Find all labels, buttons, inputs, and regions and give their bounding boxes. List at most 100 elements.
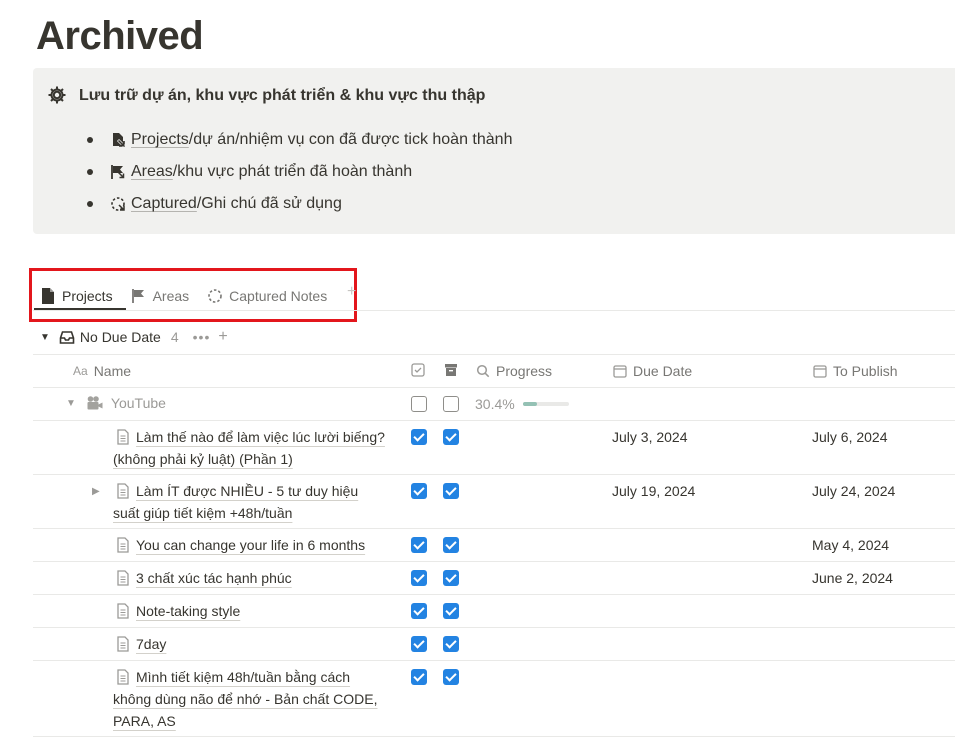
- table-row-title[interactable]: Làm thế nào để làm việc lúc lười biếng? …: [113, 426, 385, 470]
- gear-icon[interactable]: [47, 85, 67, 105]
- checkbox-property-icon: [411, 363, 425, 377]
- divider: [33, 660, 955, 661]
- row-title-line: không dùng não để nhớ - Bản chất CODE,: [113, 691, 378, 707]
- areas-link[interactable]: Areas: [131, 163, 173, 181]
- add-icon[interactable]: +: [218, 328, 227, 346]
- due-date-cell[interactable]: July 3, 2024: [612, 429, 688, 445]
- progress-fill: [522, 402, 537, 406]
- checkbox-archived[interactable]: [443, 483, 459, 499]
- checkbox-archived[interactable]: [443, 636, 459, 652]
- more-icon[interactable]: •••: [193, 329, 211, 345]
- checkbox-archived[interactable]: [443, 603, 459, 619]
- search-icon: [476, 364, 490, 378]
- checkbox-archived[interactable]: [443, 570, 459, 586]
- row-title-line: Note-taking style: [136, 603, 241, 619]
- checkbox-done[interactable]: [411, 537, 427, 553]
- column-header-progress[interactable]: Progress: [476, 363, 552, 379]
- divider: [33, 387, 955, 388]
- flag-arrow-icon: [109, 163, 127, 181]
- table-row-title[interactable]: Note-taking style: [113, 600, 240, 622]
- tab-projects[interactable]: Projects: [40, 281, 113, 311]
- checkbox-done[interactable]: [411, 396, 427, 412]
- tab-captured-notes[interactable]: Captured Notes: [207, 281, 327, 311]
- publish-date-cell[interactable]: July 6, 2024: [812, 429, 888, 445]
- column-header-check[interactable]: [411, 363, 431, 377]
- dashed-circle-icon: [109, 195, 127, 213]
- callout-item-projects: Projects /dự án/nhiệm vụ con đã được tic…: [87, 124, 512, 156]
- publish-date-cell[interactable]: June 2, 2024: [812, 570, 893, 586]
- archive-icon: [444, 363, 458, 377]
- group-title: No Due Date: [79, 329, 161, 345]
- checkbox-archived[interactable]: [443, 429, 459, 445]
- divider: [33, 420, 955, 421]
- caret-down-icon[interactable]: ▼: [40, 332, 50, 343]
- checkbox-archived[interactable]: [443, 396, 459, 412]
- callout-title: Lưu trữ dự án, khu vực phát triển & khu …: [79, 87, 486, 104]
- callout-item-areas: Areas /khu vực phát triển đã hoàn thành: [87, 156, 512, 188]
- inbox-icon: [59, 329, 75, 345]
- checkbox-done[interactable]: [411, 636, 427, 652]
- table-row-title[interactable]: You can change your life in 6 months: [113, 534, 365, 556]
- document-arrow-icon: [109, 131, 127, 149]
- page-title: Archived: [36, 14, 204, 58]
- tab-label: Projects: [62, 288, 113, 304]
- column-label: Name: [93, 363, 132, 379]
- column-header-due-date[interactable]: Due Date: [613, 363, 692, 379]
- text-property-icon: Aa: [73, 364, 88, 378]
- callout-list: Projects /dự án/nhiệm vụ con đã được tic…: [87, 124, 512, 220]
- table-row-title[interactable]: 3 chất xúc tác hạnh phúc: [113, 567, 292, 589]
- checkbox-archived[interactable]: [443, 669, 459, 685]
- callout-item-text: /Ghi chú đã sử dụng: [196, 195, 342, 212]
- callout-item-captured: Captured /Ghi chú đã sử dụng: [87, 188, 512, 220]
- row-title-line: Làm thế nào để làm việc lúc lười biếng?: [136, 429, 385, 445]
- caret-right-icon[interactable]: ▶: [92, 486, 100, 497]
- callout-block[interactable]: Lưu trữ dự án, khu vực phát triển & khu …: [33, 68, 955, 234]
- checkbox-done[interactable]: [411, 429, 427, 445]
- table-row-title[interactable]: Làm ÍT được NHIỀU - 5 tư duy hiệu suất g…: [113, 480, 358, 524]
- row-title: YouTube: [110, 395, 166, 411]
- row-title-line: PARA, AS: [113, 713, 176, 729]
- checkbox-done[interactable]: [411, 570, 427, 586]
- parent-row-youtube[interactable]: ▼ YouTube: [66, 395, 166, 411]
- column-header-name[interactable]: Aa Name: [73, 363, 131, 379]
- due-date-cell[interactable]: July 19, 2024: [612, 483, 695, 499]
- flag-icon: [131, 288, 147, 304]
- captured-link[interactable]: Captured: [131, 195, 197, 213]
- group-header: ▼ No Due Date 4 ••• +: [40, 326, 228, 348]
- publish-date-cell[interactable]: July 24, 2024: [812, 483, 895, 499]
- video-camera-icon: [86, 395, 104, 411]
- checkbox-done[interactable]: [411, 603, 427, 619]
- divider: [33, 354, 955, 355]
- divider: [33, 736, 955, 737]
- tab-label: Captured Notes: [229, 288, 328, 304]
- table-row-title[interactable]: 7day: [113, 633, 166, 655]
- projects-link[interactable]: Projects: [131, 131, 189, 149]
- table-row-title[interactable]: Mình tiết kiệm 48h/tuần bằng cách không …: [113, 666, 377, 732]
- row-title-line: You can change your life in 6 months: [136, 537, 366, 553]
- publish-date-cell[interactable]: May 4, 2024: [812, 537, 889, 553]
- checkbox-archived[interactable]: [443, 537, 459, 553]
- column-header-to-publish[interactable]: To Publish: [813, 363, 898, 379]
- divider: [33, 594, 955, 595]
- column-label: Due Date: [633, 363, 693, 379]
- divider: [33, 474, 955, 475]
- group-count: 4: [170, 329, 179, 345]
- checkbox-done[interactable]: [411, 483, 427, 499]
- document-icon: [40, 288, 56, 304]
- column-header-archive[interactable]: [444, 363, 464, 377]
- divider: [33, 627, 955, 628]
- callout-item-text: /khu vực phát triển đã hoàn thành: [172, 163, 413, 180]
- tab-areas[interactable]: Areas: [131, 281, 190, 311]
- caret-down-icon[interactable]: ▼: [66, 398, 76, 409]
- row-title-line: 3 chất xúc tác hạnh phúc: [136, 570, 292, 586]
- progress-bar: [522, 402, 569, 406]
- add-view-icon[interactable]: +: [347, 283, 356, 301]
- checkbox-done[interactable]: [411, 669, 427, 685]
- callout-item-text: /dự án/nhiệm vụ con đã được tick hoàn th…: [188, 131, 513, 148]
- row-title-line: Làm ÍT được NHIỀU - 5 tư duy hiệu: [136, 483, 359, 499]
- tab-label: Areas: [152, 288, 190, 304]
- calendar-icon: [813, 364, 827, 378]
- bullet-icon: [87, 137, 93, 143]
- row-title-line: Mình tiết kiệm 48h/tuần bằng cách: [136, 669, 351, 685]
- column-label: Progress: [496, 363, 553, 379]
